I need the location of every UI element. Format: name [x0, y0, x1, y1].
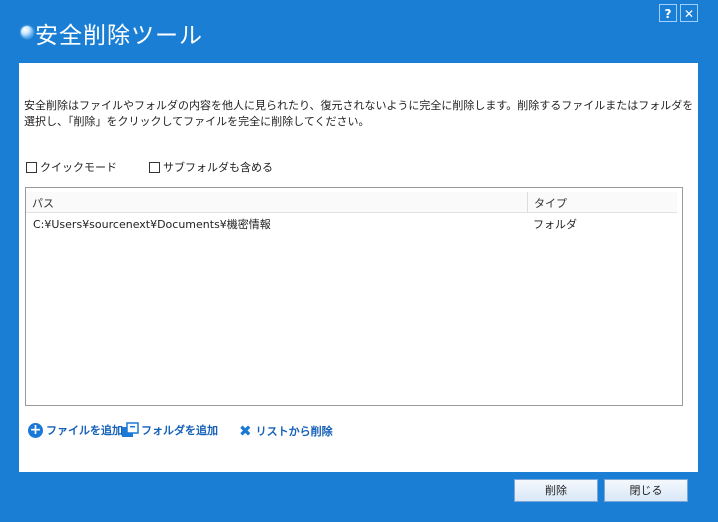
include-subfolders-label: サブフォルダも含める [163, 161, 273, 174]
app-orb-icon [21, 26, 33, 38]
row-path-cell: C:¥Users¥sourcenext¥Documents¥機密情報 [33, 218, 271, 231]
window-title: 安全削除ツール [35, 23, 203, 49]
quick-mode-checkbox[interactable]: クイックモード [26, 159, 117, 175]
add-folder-link[interactable]: フォルダを追加 [121, 422, 218, 438]
close-window-button[interactable]: ✕ [680, 4, 698, 22]
column-header-type[interactable]: タイプ [534, 195, 567, 211]
content-panel: 安全削除はファイルやフォルダの内容を他人に見られたり、復元されないように完全に削… [19, 63, 698, 472]
table-row[interactable]: C:¥Users¥sourcenext¥Documents¥機密情報 フォルダ [26, 214, 677, 232]
delete-button[interactable]: 削除 [514, 479, 598, 502]
title-bar: 安全削除ツール ? ✕ [0, 0, 718, 62]
add-file-link[interactable]: + ファイルを追加 [28, 422, 123, 438]
plus-circle-icon: + [28, 421, 43, 438]
add-folder-label: フォルダを追加 [141, 424, 218, 437]
help-button[interactable]: ? [659, 4, 677, 22]
list-header: パス タイプ [26, 192, 677, 213]
column-header-path[interactable]: パス [32, 195, 54, 211]
app-window: 安全削除ツール ? ✕ 安全削除はファイルやフォルダの内容を他人に見られたり、復… [0, 0, 718, 522]
row-type-cell: フォルダ [533, 218, 577, 231]
include-subfolders-checkbox[interactable]: サブフォルダも含める [149, 159, 273, 175]
description-text: 安全削除はファイルやフォルダの内容を他人に見られたり、復元されないように完全に削… [24, 99, 694, 128]
quick-mode-label: クイックモード [40, 161, 117, 174]
remove-from-list-label: リストから削除 [255, 425, 333, 438]
close-button[interactable]: 閉じる [604, 479, 688, 502]
column-divider[interactable] [527, 192, 528, 212]
add-file-label: ファイルを追加 [46, 424, 123, 437]
checkbox-icon[interactable] [26, 161, 37, 173]
remove-from-list-link[interactable]: ✖ リストから削除 [239, 422, 333, 440]
file-list[interactable]: パス タイプ C:¥Users¥sourcenext¥Documents¥機密情… [25, 187, 683, 406]
checkbox-icon[interactable] [149, 161, 160, 173]
remove-x-icon: ✖ [239, 422, 252, 440]
add-folder-icon [121, 422, 139, 438]
